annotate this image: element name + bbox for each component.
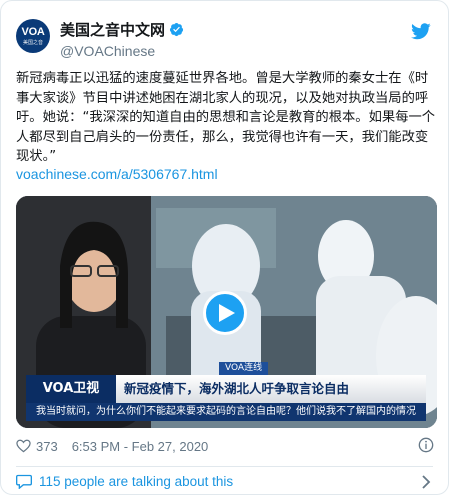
video-subtitle: 我当时就问，为什么你们不能起来要求起码的言论自由呢？他们说我不了解国内的情况	[26, 403, 426, 421]
video-news-banner: VOA卫视 新冠疫情下，海外湖北人吁争取言论自由	[26, 375, 426, 403]
display-name-row[interactable]: 美国之音中文网	[60, 19, 184, 40]
tweet-timestamp[interactable]: 6:53 PM - Feb 27, 2020	[72, 439, 209, 454]
voa-logo: VOA	[21, 26, 45, 38]
video-headline: 新冠疫情下，海外湖北人吁争取言论自由	[116, 375, 426, 403]
tweet-text: 新冠病毒正以迅猛的速度蔓延世界各地。曾是大学教师的秦女士在《时事大家谈》节目中讲…	[16, 71, 436, 164]
twitter-bird-icon[interactable]	[410, 21, 432, 41]
tweet-meta: 373 6:53 PM - Feb 27, 2020	[16, 437, 208, 455]
heart-icon[interactable]	[16, 439, 31, 453]
chevron-right-icon[interactable]	[421, 475, 431, 489]
verified-badge-icon	[169, 22, 184, 37]
info-icon[interactable]	[418, 437, 434, 453]
tweet-link[interactable]: voachinese.com/a/5306767.html	[16, 166, 218, 182]
tweet-header: VOA 美国之音 美国之音中文网 @VOAChinese	[16, 13, 436, 59]
play-icon[interactable]	[203, 291, 247, 335]
chat-bubble-icon	[16, 474, 32, 489]
voa-logo-subtext: 美国之音	[22, 40, 43, 46]
video-kicker-label: VOA连线	[219, 362, 269, 375]
like-count[interactable]: 373	[36, 439, 58, 454]
account-handle[interactable]: @VOAChinese	[60, 43, 184, 59]
conversation-count[interactable]: 115 people are talking about this	[39, 474, 233, 489]
display-name[interactable]: 美国之音中文网	[60, 19, 165, 40]
tweet-card: VOA 美国之音 美国之音中文网 @VOAChinese 新冠病毒正以迅猛的速度…	[0, 0, 449, 495]
conversation-link[interactable]: 115 people are talking about this	[16, 467, 433, 494]
account-names: 美国之音中文网 @VOAChinese	[60, 19, 184, 59]
video-player[interactable]: VOA连线 VOA卫视 新冠疫情下，海外湖北人吁争取言论自由 我当时就问，为什么…	[16, 196, 437, 428]
avatar[interactable]: VOA 美国之音	[16, 19, 50, 53]
channel-logo: VOA卫视	[26, 375, 116, 403]
